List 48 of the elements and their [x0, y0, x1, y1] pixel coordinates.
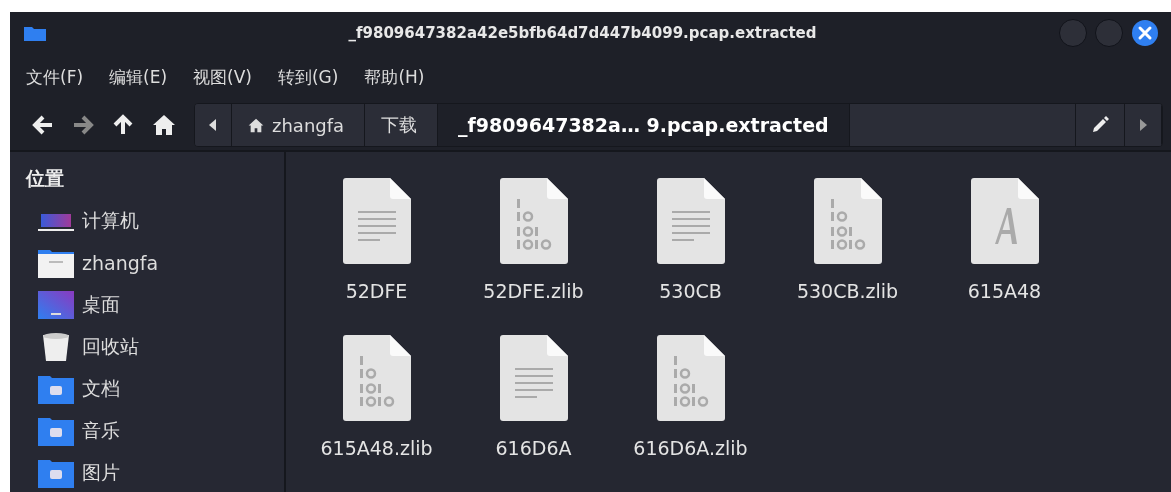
menu-item[interactable]: 视图(V) [193, 65, 252, 89]
sidebar-item[interactable]: 桌面 [26, 284, 284, 326]
forward-arrow-icon[interactable] [72, 114, 94, 136]
file-item[interactable]: 52DFE.zlib [455, 178, 612, 335]
desktop-icon [38, 290, 74, 320]
path-button[interactable]: _f9809647382a… 9.pcap.extracted [438, 104, 850, 146]
home-icon [248, 117, 264, 133]
edit-location-button[interactable] [1075, 104, 1125, 146]
home-folder-icon [38, 248, 74, 278]
file-item[interactable]: 616D6A [455, 335, 612, 492]
menu-item[interactable]: 帮助(H) [364, 65, 425, 89]
window-title: _f9809647382a42e5bfb64d7d447b4099.pcap.extracted [347, 24, 818, 42]
binary-file-icon [813, 178, 882, 264]
sidebar-item[interactable]: zhangfa [26, 242, 284, 284]
folder-icon [24, 25, 46, 41]
caret-right-icon [1139, 119, 1147, 131]
file-item[interactable]: 530CB [612, 178, 769, 335]
text-file-icon [499, 335, 568, 421]
pictures-folder-icon [38, 458, 74, 488]
file-item[interactable]: 615A48.zlib [298, 335, 455, 492]
text-file-icon [656, 178, 725, 264]
binary-file-icon [656, 335, 725, 421]
close-icon[interactable] [1131, 19, 1159, 47]
sidebar-item[interactable]: 回收站 [26, 326, 284, 368]
home-icon[interactable] [152, 114, 176, 136]
file-item[interactable]: 530CB.zlib [769, 178, 926, 335]
pencil-icon [1091, 116, 1109, 134]
text-file-icon [342, 178, 411, 264]
font-file-icon [970, 178, 1039, 264]
menu-item[interactable]: 文件(F) [26, 65, 84, 89]
binary-file-icon [342, 335, 411, 421]
scroll-left-button[interactable] [195, 104, 232, 146]
sidebar-item[interactable]: 音乐 [26, 410, 284, 452]
caret-left-icon [209, 119, 217, 131]
file-item[interactable]: 615A48 [926, 178, 1083, 335]
sidebar-item[interactable]: 图片 [26, 452, 284, 492]
menu-item[interactable]: 编辑(E) [109, 65, 168, 89]
file-item[interactable]: 616D6A.zlib [612, 335, 769, 492]
file-item[interactable]: 52DFE [298, 178, 455, 335]
back-arrow-icon[interactable] [32, 114, 54, 136]
sidebar-heading: 位置 [26, 166, 65, 191]
sidebar-item[interactable]: 计算机 [26, 200, 284, 242]
documents-folder-icon [38, 374, 74, 404]
up-arrow-icon[interactable] [112, 114, 134, 136]
menu-item[interactable]: 转到(G) [277, 65, 339, 89]
music-folder-icon [38, 416, 74, 446]
sidebar-item[interactable]: 文档 [26, 368, 284, 410]
binary-file-icon [499, 178, 568, 264]
